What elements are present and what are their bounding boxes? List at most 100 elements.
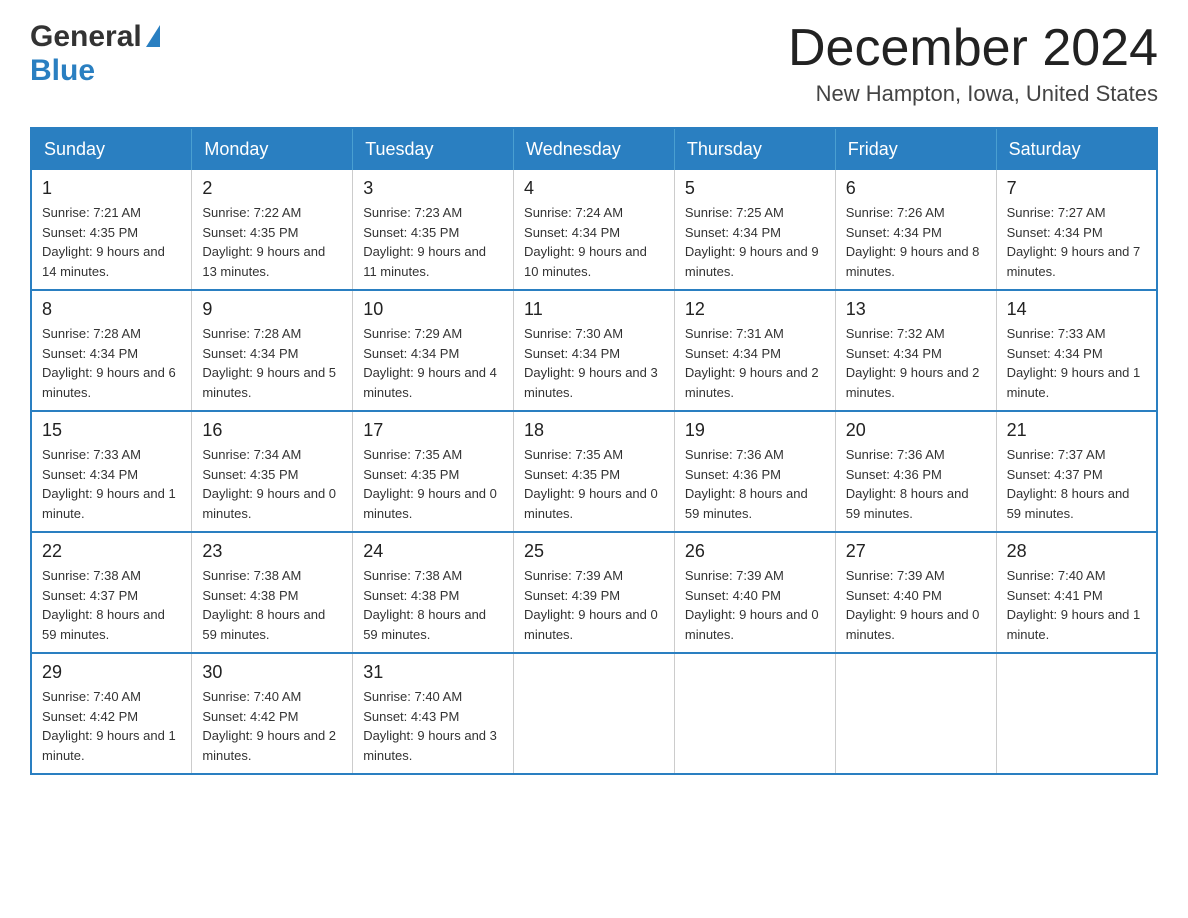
daylight-label: Daylight: 9 hours and 13 minutes. [202,244,325,279]
sunset-label: Sunset: 4:42 PM [202,709,298,724]
calendar-cell: 28 Sunrise: 7:40 AM Sunset: 4:41 PM Dayl… [996,532,1157,653]
day-info: Sunrise: 7:39 AM Sunset: 4:40 PM Dayligh… [846,566,986,644]
sunset-label: Sunset: 4:35 PM [202,467,298,482]
sunrise-label: Sunrise: 7:33 AM [42,447,141,462]
day-info: Sunrise: 7:38 AM Sunset: 4:38 PM Dayligh… [363,566,503,644]
sunrise-label: Sunrise: 7:34 AM [202,447,301,462]
sunset-label: Sunset: 4:34 PM [42,346,138,361]
calendar-cell: 15 Sunrise: 7:33 AM Sunset: 4:34 PM Dayl… [31,411,192,532]
calendar-cell [835,653,996,774]
calendar-week-row: 8 Sunrise: 7:28 AM Sunset: 4:34 PM Dayli… [31,290,1157,411]
day-number: 24 [363,541,503,562]
calendar-week-row: 1 Sunrise: 7:21 AM Sunset: 4:35 PM Dayli… [31,170,1157,290]
daylight-label: Daylight: 8 hours and 59 minutes. [685,486,808,521]
calendar-cell: 3 Sunrise: 7:23 AM Sunset: 4:35 PM Dayli… [353,170,514,290]
daylight-label: Daylight: 9 hours and 6 minutes. [42,365,176,400]
calendar-cell: 25 Sunrise: 7:39 AM Sunset: 4:39 PM Dayl… [514,532,675,653]
sunrise-label: Sunrise: 7:31 AM [685,326,784,341]
calendar-cell: 30 Sunrise: 7:40 AM Sunset: 4:42 PM Dayl… [192,653,353,774]
sunset-label: Sunset: 4:39 PM [524,588,620,603]
daylight-label: Daylight: 9 hours and 14 minutes. [42,244,165,279]
day-info: Sunrise: 7:40 AM Sunset: 4:43 PM Dayligh… [363,687,503,765]
daylight-label: Daylight: 9 hours and 1 minute. [1007,607,1141,642]
logo-triangle-icon [146,25,160,47]
sunrise-label: Sunrise: 7:27 AM [1007,205,1106,220]
day-info: Sunrise: 7:40 AM Sunset: 4:41 PM Dayligh… [1007,566,1146,644]
calendar-cell: 26 Sunrise: 7:39 AM Sunset: 4:40 PM Dayl… [674,532,835,653]
sunrise-label: Sunrise: 7:28 AM [202,326,301,341]
sunset-label: Sunset: 4:35 PM [42,225,138,240]
sunset-label: Sunset: 4:34 PM [1007,346,1103,361]
day-number: 3 [363,178,503,199]
daylight-label: Daylight: 9 hours and 7 minutes. [1007,244,1141,279]
header-thursday: Thursday [674,128,835,170]
sunrise-label: Sunrise: 7:25 AM [685,205,784,220]
day-info: Sunrise: 7:28 AM Sunset: 4:34 PM Dayligh… [42,324,181,402]
calendar-cell [674,653,835,774]
sunrise-label: Sunrise: 7:33 AM [1007,326,1106,341]
calendar-cell: 1 Sunrise: 7:21 AM Sunset: 4:35 PM Dayli… [31,170,192,290]
daylight-label: Daylight: 8 hours and 59 minutes. [846,486,969,521]
sunset-label: Sunset: 4:41 PM [1007,588,1103,603]
header-saturday: Saturday [996,128,1157,170]
sunset-label: Sunset: 4:34 PM [1007,225,1103,240]
day-info: Sunrise: 7:36 AM Sunset: 4:36 PM Dayligh… [685,445,825,523]
calendar-cell [996,653,1157,774]
sunset-label: Sunset: 4:36 PM [846,467,942,482]
sunset-label: Sunset: 4:40 PM [685,588,781,603]
sunrise-label: Sunrise: 7:37 AM [1007,447,1106,462]
sunset-label: Sunset: 4:34 PM [42,467,138,482]
day-number: 13 [846,299,986,320]
sunset-label: Sunset: 4:36 PM [685,467,781,482]
daylight-label: Daylight: 9 hours and 1 minute. [42,728,176,763]
sunrise-label: Sunrise: 7:36 AM [846,447,945,462]
daylight-label: Daylight: 9 hours and 0 minutes. [363,486,497,521]
calendar-cell: 24 Sunrise: 7:38 AM Sunset: 4:38 PM Dayl… [353,532,514,653]
sunrise-label: Sunrise: 7:40 AM [42,689,141,704]
calendar-cell: 11 Sunrise: 7:30 AM Sunset: 4:34 PM Dayl… [514,290,675,411]
daylight-label: Daylight: 9 hours and 5 minutes. [202,365,336,400]
day-info: Sunrise: 7:32 AM Sunset: 4:34 PM Dayligh… [846,324,986,402]
day-number: 2 [202,178,342,199]
day-info: Sunrise: 7:38 AM Sunset: 4:37 PM Dayligh… [42,566,181,644]
day-number: 23 [202,541,342,562]
calendar-cell: 5 Sunrise: 7:25 AM Sunset: 4:34 PM Dayli… [674,170,835,290]
sunrise-label: Sunrise: 7:39 AM [685,568,784,583]
calendar-table: Sunday Monday Tuesday Wednesday Thursday… [30,127,1158,775]
calendar-cell: 20 Sunrise: 7:36 AM Sunset: 4:36 PM Dayl… [835,411,996,532]
day-number: 26 [685,541,825,562]
daylight-label: Daylight: 9 hours and 3 minutes. [524,365,658,400]
day-info: Sunrise: 7:33 AM Sunset: 4:34 PM Dayligh… [42,445,181,523]
sunrise-label: Sunrise: 7:23 AM [363,205,462,220]
daylight-label: Daylight: 9 hours and 9 minutes. [685,244,819,279]
logo: General Blue [30,20,160,88]
sunset-label: Sunset: 4:34 PM [363,346,459,361]
day-number: 29 [42,662,181,683]
sunset-label: Sunset: 4:34 PM [846,225,942,240]
daylight-label: Daylight: 9 hours and 10 minutes. [524,244,647,279]
daylight-label: Daylight: 9 hours and 2 minutes. [846,365,980,400]
header-wednesday: Wednesday [514,128,675,170]
day-info: Sunrise: 7:34 AM Sunset: 4:35 PM Dayligh… [202,445,342,523]
sunrise-label: Sunrise: 7:30 AM [524,326,623,341]
calendar-subtitle: New Hampton, Iowa, United States [788,81,1158,107]
logo-general-text: General [30,20,142,54]
day-number: 15 [42,420,181,441]
sunset-label: Sunset: 4:38 PM [202,588,298,603]
daylight-label: Daylight: 8 hours and 59 minutes. [202,607,325,642]
sunset-label: Sunset: 4:35 PM [202,225,298,240]
calendar-cell: 10 Sunrise: 7:29 AM Sunset: 4:34 PM Dayl… [353,290,514,411]
day-info: Sunrise: 7:23 AM Sunset: 4:35 PM Dayligh… [363,203,503,281]
sunrise-label: Sunrise: 7:38 AM [42,568,141,583]
day-info: Sunrise: 7:22 AM Sunset: 4:35 PM Dayligh… [202,203,342,281]
day-info: Sunrise: 7:21 AM Sunset: 4:35 PM Dayligh… [42,203,181,281]
day-info: Sunrise: 7:40 AM Sunset: 4:42 PM Dayligh… [202,687,342,765]
day-info: Sunrise: 7:29 AM Sunset: 4:34 PM Dayligh… [363,324,503,402]
day-info: Sunrise: 7:26 AM Sunset: 4:34 PM Dayligh… [846,203,986,281]
day-info: Sunrise: 7:25 AM Sunset: 4:34 PM Dayligh… [685,203,825,281]
header-monday: Monday [192,128,353,170]
sunrise-label: Sunrise: 7:29 AM [363,326,462,341]
sunrise-label: Sunrise: 7:40 AM [202,689,301,704]
sunset-label: Sunset: 4:37 PM [42,588,138,603]
calendar-week-row: 22 Sunrise: 7:38 AM Sunset: 4:37 PM Dayl… [31,532,1157,653]
